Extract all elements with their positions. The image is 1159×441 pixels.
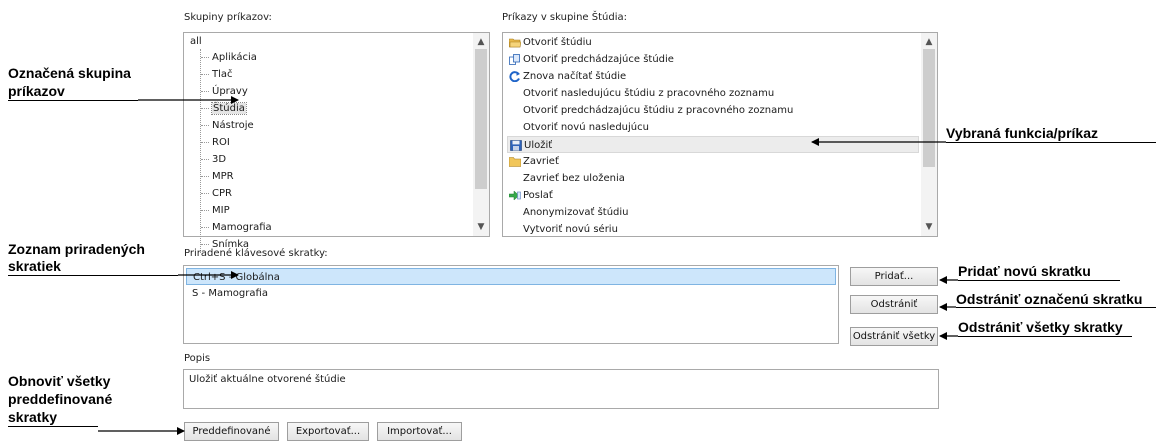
annotation-arrows — [98, 96, 958, 435]
